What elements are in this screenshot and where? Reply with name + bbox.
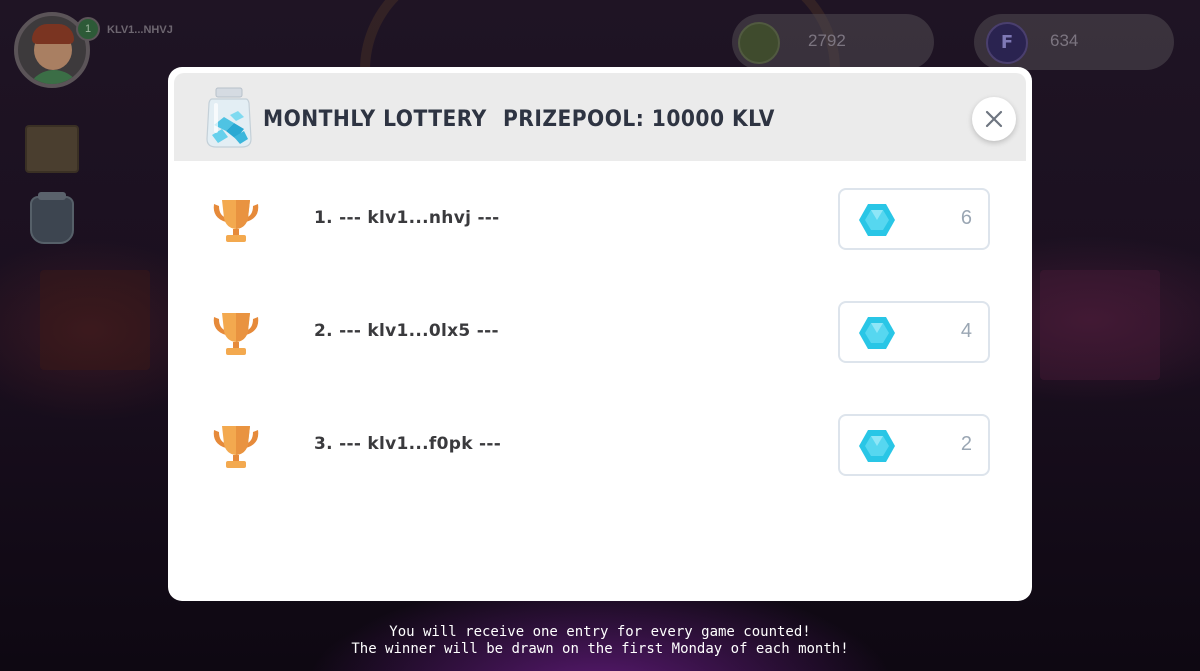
currency-planet[interactable]: 2792: [732, 14, 934, 70]
scroll-icon[interactable]: [25, 125, 79, 173]
close-icon: [985, 110, 1003, 128]
lottery-jar-icon: [206, 87, 252, 148]
entry-count: 4: [960, 320, 972, 342]
prizepool-label: PRIZEPOOL: 10000 KLV: [503, 107, 775, 132]
gem-icon: [859, 204, 895, 236]
level-badge: 1: [76, 17, 100, 41]
footer-note-draw: The winner will be drawn on the first Mo…: [351, 641, 849, 657]
background-decor-right: [1040, 270, 1160, 380]
modal-title: MONTHLY LOTTERY: [263, 107, 487, 132]
lottery-jar-icon[interactable]: [30, 192, 74, 244]
list-item: 1. --- klv1...nhvj --- 6: [168, 188, 1032, 252]
trophy-icon: [213, 200, 259, 242]
trophy-icon: [213, 426, 259, 468]
close-button[interactable]: [972, 97, 1016, 141]
entry-count: 6: [960, 207, 972, 229]
avatar-hair: [32, 24, 74, 44]
entry-count-box: 6: [838, 188, 990, 250]
entry-count-box: 2: [838, 414, 990, 476]
entry-label: 2. --- klv1...0lx5 ---: [314, 321, 499, 341]
gem-icon: [859, 430, 895, 462]
currency-token-value: 634: [1050, 31, 1079, 50]
gem-icon: [859, 317, 895, 349]
footer-note-entry: You will receive one entry for every gam…: [389, 624, 811, 640]
list-item: 3. --- klv1...f0pk --- 2: [168, 414, 1032, 478]
currency-token[interactable]: F 634: [974, 14, 1174, 70]
currency-planet-value: 2792: [808, 31, 846, 50]
entry-count: 2: [960, 433, 972, 455]
player-name: KLV1...NHVJ: [107, 24, 173, 36]
modal-header: MONTHLY LOTTERY PRIZEPOOL: 10000 KLV: [174, 73, 1026, 161]
entry-count-box: 4: [838, 301, 990, 363]
background-decor-left: [40, 270, 150, 370]
trophy-icon: [213, 313, 259, 355]
entry-label: 1. --- klv1...nhvj ---: [314, 208, 500, 228]
entry-label: 3. --- klv1...f0pk ---: [314, 434, 502, 454]
planet-coin-icon: [738, 22, 780, 64]
list-item: 2. --- klv1...0lx5 --- 4: [168, 301, 1032, 365]
kfi-token-icon: F: [986, 22, 1028, 64]
lottery-modal: MONTHLY LOTTERY PRIZEPOOL: 10000 KLV 1. …: [168, 67, 1032, 601]
